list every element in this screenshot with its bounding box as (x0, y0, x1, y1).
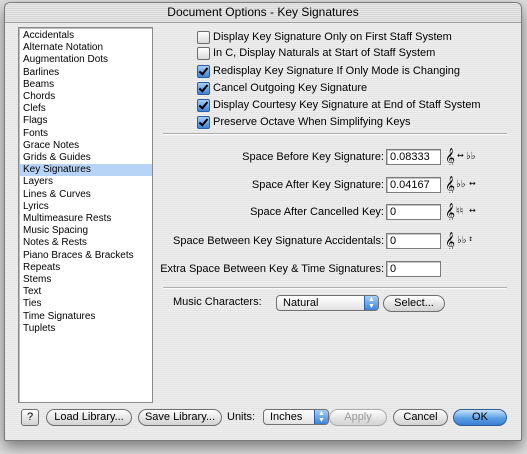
music-characters-popup[interactable]: Natural ▲ ▼ (276, 295, 379, 311)
svg-text:↕: ↕ (468, 236, 473, 243)
divider-bottom (163, 287, 507, 289)
option-checkbox[interactable] (197, 82, 210, 95)
sidebar-item-grace-notes[interactable]: Grace Notes (20, 140, 152, 152)
svg-text:𝄞: 𝄞 (445, 232, 455, 249)
svg-text:↔: ↔ (469, 179, 476, 188)
sidebar-item-stems[interactable]: Stems (20, 274, 152, 286)
treble-clef-arrow-flats-icon: 𝄞 ↔ ♭♭ (445, 147, 479, 168)
option-checkbox[interactable] (197, 116, 210, 129)
spacing-label: Space Before Key Signature: (242, 151, 384, 163)
units-popup[interactable]: Inches ▲ ▼ (263, 409, 329, 425)
option-label: Preserve Octave When Simplifying Keys (213, 116, 411, 128)
cancel-button[interactable]: Cancel (393, 409, 448, 426)
music-characters-label: Music Characters: (173, 296, 262, 308)
sidebar-item-multimeasure-rests[interactable]: Multimeasure Rests (20, 213, 152, 225)
sidebar-item-accidentals[interactable]: Accidentals (20, 30, 152, 42)
svg-text:↔: ↔ (457, 151, 464, 160)
svg-text:♭♭: ♭♭ (456, 179, 466, 190)
svg-text:𝄞: 𝄞 (445, 176, 455, 193)
divider-top (163, 133, 507, 135)
svg-text:𝄞: 𝄞 (445, 203, 455, 220)
category-list[interactable]: Accidentals Alternate Notation Augmentatio… (18, 27, 153, 403)
svg-text:↔: ↔ (469, 206, 476, 215)
popup-arrows-icon: ▲ ▼ (364, 296, 378, 310)
spacing-label: Space After Cancelled Key: (250, 206, 384, 218)
sidebar-item-music-spacing[interactable]: Music Spacing (20, 225, 152, 237)
sidebar-item-layers[interactable]: Layers (20, 176, 152, 188)
window-title: Document Options - Key Signatures (5, 3, 521, 23)
spacing-field[interactable]: 0 (386, 261, 441, 277)
ok-button[interactable]: OK (453, 409, 507, 426)
svg-text:𝄞: 𝄞 (445, 148, 455, 165)
load-library-button[interactable]: Load Library... (46, 409, 132, 426)
spacing-field[interactable]: 0.04167 (386, 177, 441, 193)
save-library-button[interactable]: Save Library... (138, 409, 222, 426)
sidebar-item-grids-guides[interactable]: Grids & Guides (20, 152, 152, 164)
svg-text:♭♭: ♭♭ (457, 235, 467, 246)
spacing-label: Space Between Key Signature Accidentals: (173, 235, 384, 247)
treble-clef-flats-spacing-icon: 𝄞 ♭♭ ↕ (445, 231, 479, 252)
sidebar-item-flags[interactable]: Flags (20, 115, 152, 127)
sidebar-item-lines-curves[interactable]: Lines & Curves (20, 189, 152, 201)
option-label: Display Courtesy Key Signature at End of… (213, 99, 481, 111)
sidebar-item-clefs[interactable]: Clefs (20, 103, 152, 115)
treble-clef-naturals-arrow-icon: 𝄞 ♮♮ ↔ (445, 202, 479, 223)
sidebar-item-ties[interactable]: Ties (20, 298, 152, 310)
sidebar-item-beams[interactable]: Beams (20, 79, 152, 91)
sidebar-item-notes-rests[interactable]: Notes & Rests (20, 237, 152, 249)
option-label: In C, Display Naturals at Start of Staff… (213, 47, 436, 59)
document-options-window: Document Options - Key Signatures Accide… (4, 2, 522, 441)
spacing-field[interactable]: 0 (386, 233, 441, 249)
option-checkbox[interactable] (197, 47, 210, 60)
sidebar-item-time-signatures[interactable]: Time Signatures (20, 311, 152, 323)
sidebar-item-barlines[interactable]: Barlines (20, 67, 152, 79)
spacing-label: Extra Space Between Key & Time Signature… (160, 263, 384, 275)
svg-text:♮♮: ♮♮ (456, 206, 463, 217)
sidebar-item-piano-braces-brackets[interactable]: Piano Braces & Brackets (20, 250, 152, 262)
option-label: Redisplay Key Signature If Only Mode is … (213, 65, 461, 77)
units-value: Inches (270, 411, 303, 423)
sidebar-item-augmentation-dots[interactable]: Augmentation Dots (20, 54, 152, 66)
option-label: Cancel Outgoing Key Signature (213, 82, 368, 94)
svg-text:♭♭: ♭♭ (466, 151, 476, 162)
option-checkbox[interactable] (197, 31, 210, 44)
sidebar-item-key-signatures[interactable]: Key Signatures (20, 164, 152, 177)
spacing-field[interactable]: 0 (386, 204, 441, 220)
sidebar-item-tuplets[interactable]: Tuplets (20, 323, 152, 335)
sidebar-item-text[interactable]: Text (20, 286, 152, 298)
apply-button[interactable]: Apply (329, 409, 387, 426)
spacing-label: Space After Key Signature: (251, 179, 384, 191)
sidebar-item-chords[interactable]: Chords (20, 91, 152, 103)
help-button[interactable]: ? (21, 409, 39, 426)
option-label: Display Key Signature Only on First Staf… (213, 31, 452, 43)
treble-clef-flats-arrow-icon: 𝄞 ♭♭ ↔ (445, 175, 479, 196)
sidebar-item-alternate-notation[interactable]: Alternate Notation (20, 42, 152, 54)
units-label: Units: (227, 411, 256, 423)
sidebar-item-lyrics[interactable]: Lyrics (20, 201, 152, 213)
sidebar-item-repeats[interactable]: Repeats (20, 262, 152, 274)
music-characters-value: Natural (283, 297, 319, 309)
select-characters-button[interactable]: Select... (383, 295, 445, 312)
sidebar-item-fonts[interactable]: Fonts (20, 128, 152, 140)
option-checkbox[interactable] (197, 65, 210, 78)
popup-arrows-icon: ▲ ▼ (314, 410, 328, 424)
option-checkbox[interactable] (197, 99, 210, 112)
spacing-field[interactable]: 0.08333 (386, 149, 441, 165)
